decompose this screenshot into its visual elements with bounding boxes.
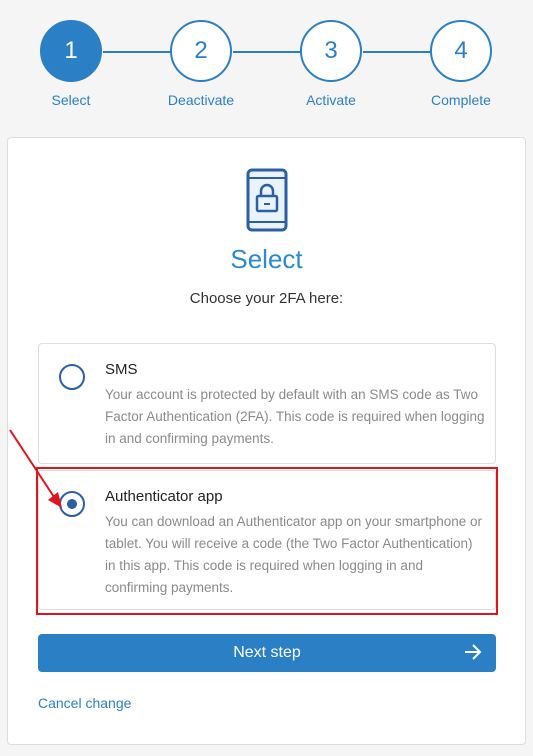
progress-stepper: 1 Select 2 Deactivate 3 Activate 4 Compl… [0, 0, 533, 120]
step-label: Select [51, 92, 91, 108]
step-select: 1 Select [36, 20, 106, 108]
option-description: Your account is protected by default wit… [105, 387, 485, 446]
radio-selected-dot [67, 499, 77, 509]
option-title: SMS [105, 361, 138, 378]
step-deactivate: 2 Deactivate [166, 20, 236, 108]
option-sms[interactable]: SMS Your account is protected by default… [38, 343, 496, 464]
step-number: 2 [170, 20, 232, 82]
step-activate: 3 Activate [296, 20, 366, 108]
step-label: Complete [431, 92, 491, 108]
arrow-right-icon [465, 644, 482, 660]
step-connector [233, 51, 301, 53]
step-label: Deactivate [167, 92, 235, 108]
option-authenticator-app[interactable]: Authenticator app You can download an Au… [38, 470, 496, 610]
step-complete: 4 Complete [426, 20, 496, 108]
step-number: 3 [300, 20, 362, 82]
option-title: Authenticator app [105, 488, 223, 505]
step-label: Activate [306, 92, 356, 108]
next-step-button[interactable]: Next step [38, 634, 496, 672]
step-number: 1 [40, 20, 102, 82]
select-2fa-card: Select Choose your 2FA here: SMS Your ac… [7, 137, 526, 745]
phone-lock-icon [246, 168, 288, 232]
page-title: Select [230, 244, 303, 274]
page-subtitle: Choose your 2FA here: [189, 290, 344, 307]
sms-radio[interactable] [59, 364, 85, 390]
cancel-change-link[interactable]: Cancel change [38, 695, 131, 711]
next-step-label: Next step [233, 644, 301, 661]
authenticator-radio[interactable] [59, 491, 85, 517]
step-number: 4 [430, 20, 492, 82]
step-connector [363, 51, 431, 53]
step-connector [103, 51, 171, 53]
option-description: You can download an Authenticator app on… [105, 514, 483, 595]
